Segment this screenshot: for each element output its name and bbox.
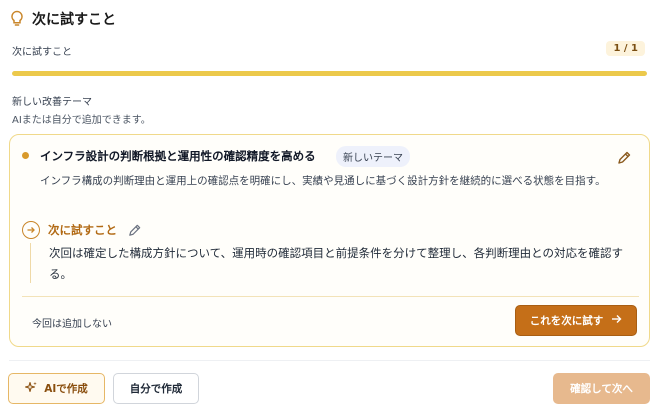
create-manually-button[interactable]: 自分で作成 xyxy=(113,373,199,404)
confirm-next-button[interactable]: 確認して次へ xyxy=(553,373,650,404)
theme-card: インフラ設計の判断根拠と運用性の確認精度を高める 新しいテーマ インフラ構成の判… xyxy=(9,134,650,347)
next-try-connector xyxy=(30,243,31,283)
progress-count-badge: 1 / 1 xyxy=(606,41,645,56)
footer-divider xyxy=(9,360,650,361)
arrow-right-circle-icon xyxy=(22,221,40,239)
new-theme-badge: 新しいテーマ xyxy=(336,146,410,167)
next-try-header: 次に試すこと xyxy=(22,221,143,239)
next-try-text: 次回は確定した構成方針について、運用時の確認項目と前提条件を分けて整理し、各判断… xyxy=(49,246,623,281)
try-next-button[interactable]: これを次に試す xyxy=(515,305,637,336)
theme-description: インフラ構成の判断理由と運用上の確認点を明確にし、実績や見通しに基づく設計方針を… xyxy=(40,175,606,187)
arrow-right-icon xyxy=(611,314,622,327)
sparkle-icon xyxy=(25,381,38,397)
theme-title: インフラ設計の判断根拠と運用性の確認精度を高める xyxy=(40,149,316,163)
section-title: 新しい改善テーマ xyxy=(12,97,92,108)
status-dot-icon xyxy=(22,152,29,159)
try-next-label: これを次に試す xyxy=(529,315,604,327)
progress-bar xyxy=(12,71,647,76)
edit-next-try-icon[interactable] xyxy=(125,221,143,239)
next-try-label: 次に試すこと xyxy=(48,223,117,237)
create-with-ai-label: AIで作成 xyxy=(44,383,88,395)
lightbulb-icon xyxy=(10,10,24,28)
edit-theme-icon[interactable] xyxy=(615,149,633,167)
progress-label: 次に試すこと xyxy=(12,47,72,58)
card-divider xyxy=(22,296,639,297)
page-header: 次に試すこと xyxy=(10,9,116,29)
create-with-ai-button[interactable]: AIで作成 xyxy=(8,373,105,404)
section-subtitle: AIまたは自分で追加できます。 xyxy=(12,115,151,126)
progress-bar-fill xyxy=(12,71,647,76)
skip-button[interactable]: 今回は追加しない xyxy=(32,315,112,330)
page-title: 次に試すこと xyxy=(32,12,116,28)
